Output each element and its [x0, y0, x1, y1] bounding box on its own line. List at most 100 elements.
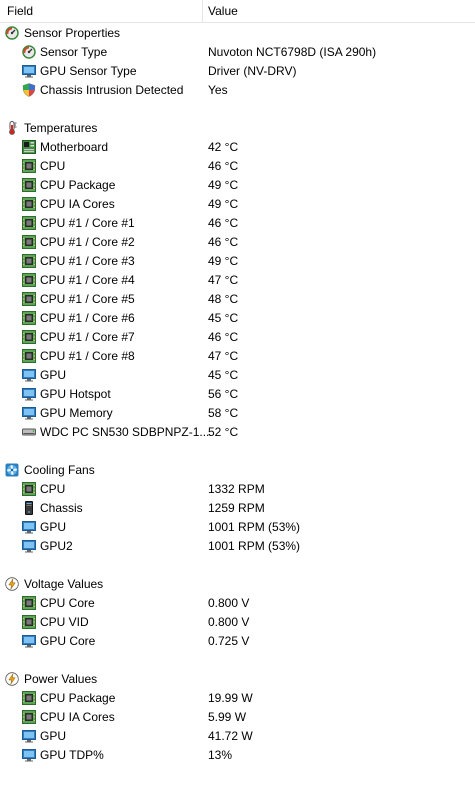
sensor-row[interactable]: Sensor Type Nuvoton NCT6798D (ISA 290h): [0, 43, 475, 62]
monitor-icon: [22, 406, 36, 420]
sensor-row[interactable]: GPU Memory 58 °C: [0, 404, 475, 423]
field-value: 46 °C: [208, 235, 239, 249]
field-value: 46 °C: [208, 159, 239, 173]
sensor-row[interactable]: Chassis Intrusion Detected Yes: [0, 81, 475, 100]
field-label: CPU #1 / Core #6: [40, 311, 135, 325]
sensor-row[interactable]: CPU #1 / Core #5 48 °C: [0, 290, 475, 309]
sensor-row[interactable]: CPU #1 / Core #4 47 °C: [0, 271, 475, 290]
cpu-chip-icon: [22, 615, 36, 629]
section-header[interactable]: Sensor Properties: [0, 24, 475, 43]
sensor-row[interactable]: CPU #1 / Core #7 46 °C: [0, 328, 475, 347]
field-label: CPU #1 / Core #4: [40, 273, 135, 287]
field-label: Sensor Type: [40, 45, 108, 59]
section-label: Temperatures: [24, 121, 98, 135]
section-header[interactable]: Power Values: [0, 670, 475, 689]
field-value: 46 °C: [208, 216, 239, 230]
sensor-row[interactable]: CPU #1 / Core #8 47 °C: [0, 347, 475, 366]
field-value: 58 °C: [208, 406, 239, 420]
sensor-row[interactable]: CPU Core 0.800 V: [0, 594, 475, 613]
section-header[interactable]: Cooling Fans: [0, 461, 475, 480]
monitor-icon: [22, 387, 36, 401]
sensor-row[interactable]: CPU #1 / Core #2 46 °C: [0, 233, 475, 252]
cpu-chip-icon: [22, 311, 36, 325]
cpu-chip-icon: [22, 710, 36, 724]
field-value: 49 °C: [208, 197, 239, 211]
sensor-row[interactable]: GPU TDP% 13%: [0, 746, 475, 765]
sensor-gauge-icon: [5, 26, 19, 40]
cpu-chip-icon: [22, 235, 36, 249]
field-value: 1259 RPM: [208, 501, 265, 515]
field-label: CPU VID: [40, 615, 89, 629]
bolt-icon: [5, 672, 19, 686]
field-value: 19.99 W: [208, 691, 253, 705]
field-value: 5.99 W: [208, 710, 247, 724]
field-value: 42 °C: [208, 140, 239, 154]
field-value: 1332 RPM: [208, 482, 265, 496]
section-label: Cooling Fans: [24, 463, 95, 477]
field-label: CPU #1 / Core #7: [40, 330, 135, 344]
monitor-icon: [22, 634, 36, 648]
sensor-row[interactable]: CPU VID 0.800 V: [0, 613, 475, 632]
thermometer-icon: [5, 121, 19, 135]
sensor-row[interactable]: GPU Core 0.725 V: [0, 632, 475, 651]
sensor-row[interactable]: GPU Sensor Type Driver (NV-DRV): [0, 62, 475, 81]
field-label: GPU Memory: [40, 406, 113, 420]
sensor-row[interactable]: GPU 41.72 W: [0, 727, 475, 746]
sensor-row[interactable]: CPU IA Cores 49 °C: [0, 195, 475, 214]
sensor-row[interactable]: CPU IA Cores 5.99 W: [0, 708, 475, 727]
sensor-row[interactable]: CPU #1 / Core #1 46 °C: [0, 214, 475, 233]
sensor-row[interactable]: CPU #1 / Core #3 49 °C: [0, 252, 475, 271]
field-value: 46 °C: [208, 330, 239, 344]
column-header: Field Value: [0, 0, 475, 23]
field-value: 48 °C: [208, 292, 239, 306]
column-divider[interactable]: [202, 0, 203, 22]
section-header[interactable]: Voltage Values: [0, 575, 475, 594]
field-label: CPU IA Cores: [40, 710, 115, 724]
section-label: Power Values: [24, 672, 98, 686]
section-header[interactable]: Temperatures: [0, 119, 475, 138]
cpu-chip-icon: [22, 273, 36, 287]
field-value: Nuvoton NCT6798D (ISA 290h): [208, 45, 377, 59]
field-label: WDC PC SN530 SDBPNPZ-1...: [40, 425, 210, 439]
cpu-chip-icon: [22, 292, 36, 306]
sensor-row[interactable]: GPU2 1001 RPM (53%): [0, 537, 475, 556]
field-value: 49 °C: [208, 254, 239, 268]
value-column-header[interactable]: Value: [208, 4, 238, 18]
sensor-row[interactable]: GPU Hotspot 56 °C: [0, 385, 475, 404]
field-label: CPU #1 / Core #8: [40, 349, 135, 363]
field-label: Motherboard: [40, 140, 109, 154]
spacer-row: [0, 651, 475, 670]
field-column-header[interactable]: Field: [7, 4, 33, 18]
sensor-row[interactable]: Chassis 1259 RPM: [0, 499, 475, 518]
monitor-icon: [22, 64, 36, 78]
drive-icon: [22, 425, 36, 439]
cpu-chip-icon: [22, 216, 36, 230]
cpu-chip-icon: [22, 596, 36, 610]
field-value: 1001 RPM (53%): [208, 520, 301, 534]
monitor-icon: [22, 520, 36, 534]
field-label: GPU: [40, 520, 67, 534]
fan-icon: [5, 463, 19, 477]
sensor-row[interactable]: CPU Package 19.99 W: [0, 689, 475, 708]
sensor-row[interactable]: CPU #1 / Core #6 45 °C: [0, 309, 475, 328]
sensor-row[interactable]: CPU 46 °C: [0, 157, 475, 176]
field-label: GPU2: [40, 539, 73, 553]
field-label: CPU #1 / Core #3: [40, 254, 135, 268]
field-value: 41.72 W: [208, 729, 253, 743]
field-label: GPU Core: [40, 634, 96, 648]
field-value: 0.800 V: [208, 615, 250, 629]
field-label: GPU Hotspot: [40, 387, 111, 401]
field-label: Chassis: [40, 501, 83, 515]
field-value: 0.725 V: [208, 634, 250, 648]
monitor-icon: [22, 368, 36, 382]
sensor-row[interactable]: Motherboard 42 °C: [0, 138, 475, 157]
sensor-row[interactable]: CPU Package 49 °C: [0, 176, 475, 195]
sensor-row[interactable]: WDC PC SN530 SDBPNPZ-1... 52 °C: [0, 423, 475, 442]
field-value: Yes: [208, 83, 228, 97]
sensor-row[interactable]: GPU 45 °C: [0, 366, 475, 385]
cpu-chip-icon: [22, 254, 36, 268]
field-value: 1001 RPM (53%): [208, 539, 301, 553]
sensor-row[interactable]: GPU 1001 RPM (53%): [0, 518, 475, 537]
sensor-row[interactable]: CPU 1332 RPM: [0, 480, 475, 499]
sensor-list: Sensor Properties Sensor Type Nuvoton NCT6…: [0, 24, 475, 765]
